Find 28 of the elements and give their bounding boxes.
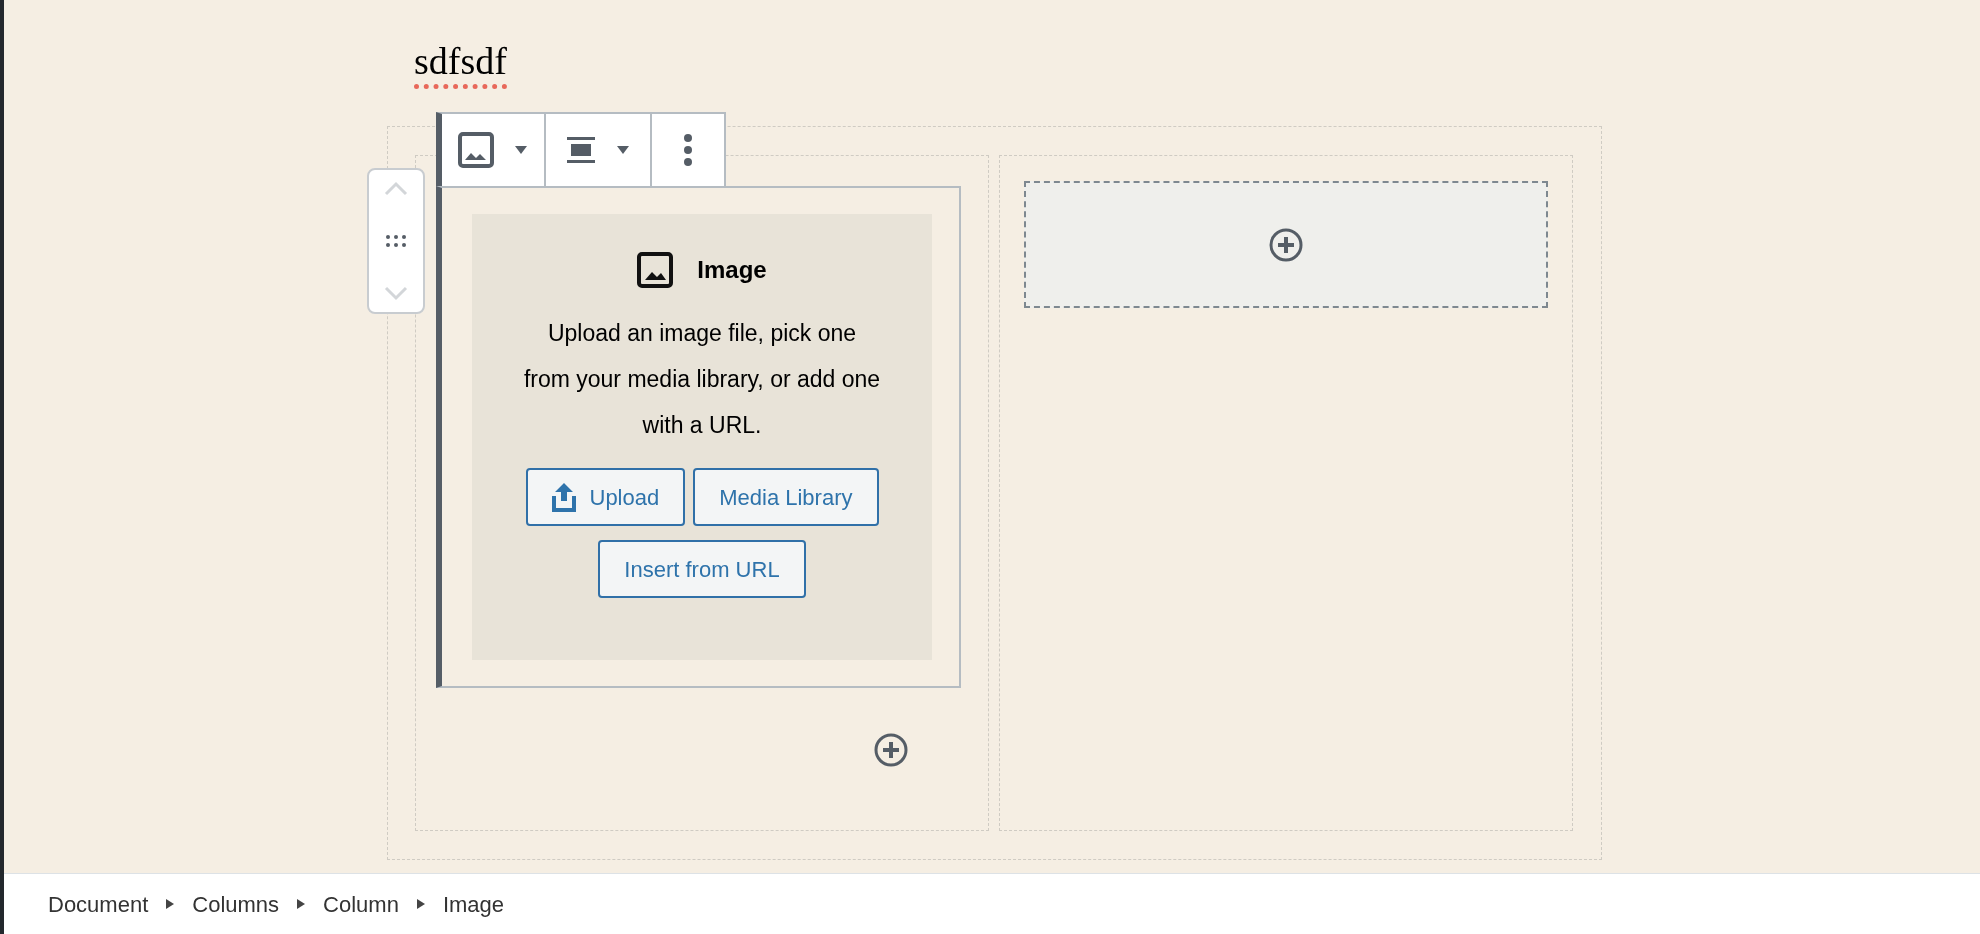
placeholder-button[interactable]: Insert from URL — [598, 540, 806, 598]
more-icon — [683, 134, 693, 166]
chevron-up-icon — [383, 180, 409, 198]
placeholder-title: Image — [697, 255, 767, 285]
breadcrumb-item[interactable]: Document — [48, 887, 149, 921]
align-center-icon — [566, 135, 596, 165]
add-icon — [873, 732, 909, 768]
drag-handle[interactable] — [385, 234, 407, 248]
breadcrumb-item[interactable]: Column — [323, 887, 399, 921]
upload-icon — [551, 482, 576, 512]
breadcrumb-item[interactable]: Columns — [192, 887, 280, 921]
breadcrumb-item[interactable]: Image — [442, 887, 505, 921]
post-title[interactable]: sdfsdf — [414, 42, 507, 89]
caret-icon — [616, 145, 630, 155]
separator-icon — [166, 899, 175, 909]
placeholder-instructions: Upload an image file, pick one from your media library, or add one with a URL. — [522, 319, 882, 440]
drag-icon — [385, 234, 407, 248]
caret-icon — [514, 145, 528, 155]
placeholder-button[interactable]: Media Library — [693, 468, 879, 526]
upload-button[interactable]: Upload — [525, 468, 686, 526]
image-icon — [637, 252, 674, 288]
block-appender[interactable] — [1023, 181, 1548, 308]
chevron-down-icon — [383, 284, 409, 302]
image-icon — [458, 132, 494, 168]
separator-icon — [297, 899, 306, 909]
add-icon — [1267, 226, 1304, 263]
add-block-button[interactable] — [872, 731, 910, 769]
separator-icon — [416, 899, 425, 909]
